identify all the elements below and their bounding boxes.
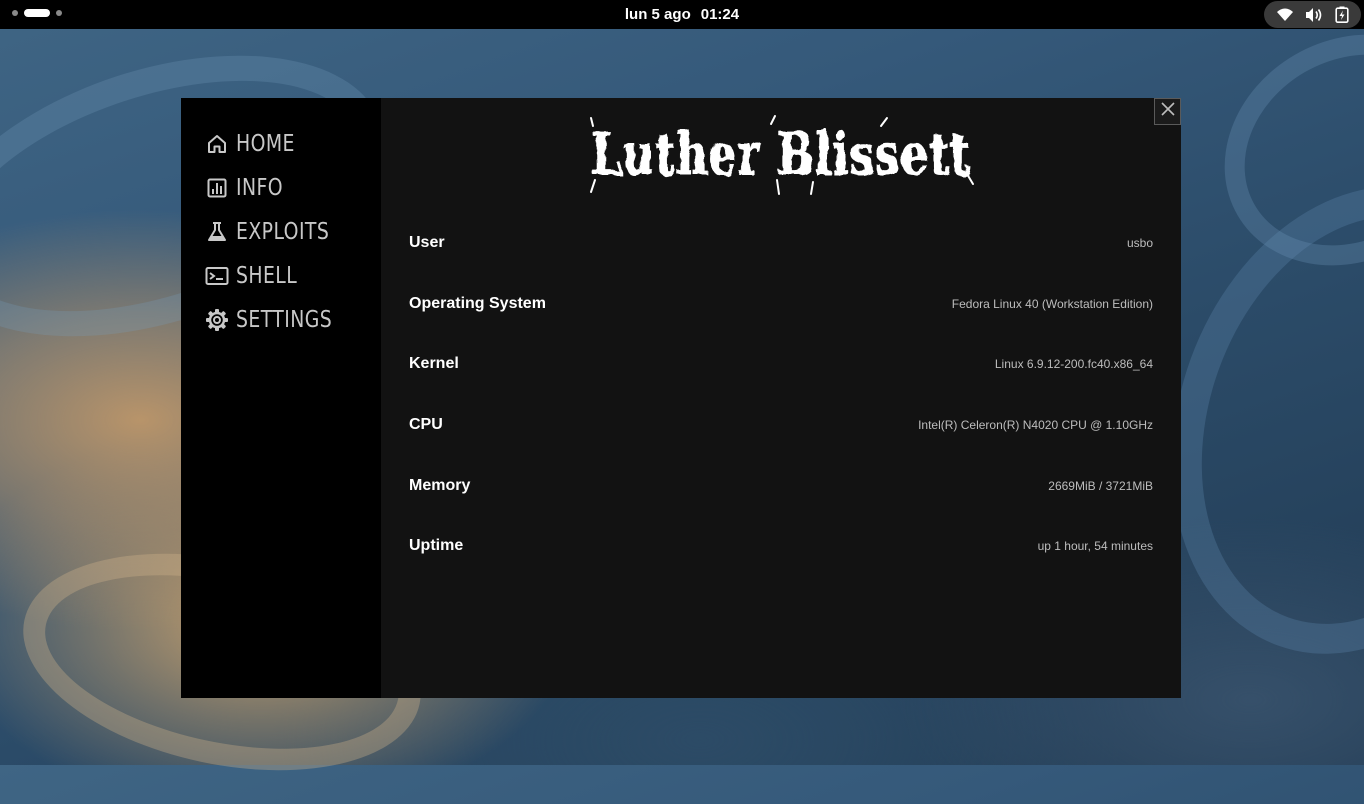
info-label: Kernel: [409, 355, 459, 373]
info-row-user: User usbo: [409, 213, 1153, 274]
workspace-indicator[interactable]: [12, 9, 62, 17]
info-value: Intel(R) Celeron(R) N4020 CPU @ 1.10GHz: [918, 418, 1153, 433]
info-row-uptime: Uptime up 1 hour, 54 minutes: [409, 516, 1153, 577]
top-bar: lun 5 ago 01:24: [0, 0, 1364, 29]
nav-item-shell[interactable]: SHELL: [181, 254, 381, 298]
info-row-kernel: Kernel Linux 6.9.12-200.fc40.x86_64: [409, 334, 1153, 395]
flask-icon: [205, 220, 229, 244]
info-row-memory: Memory 2669MiB / 3721MiB: [409, 455, 1153, 516]
info-value: up 1 hour, 54 minutes: [1037, 539, 1153, 554]
system-info-list: User usbo Operating System Fedora Linux …: [409, 213, 1153, 577]
sidebar: HOME INFO EXPLOITS SHELL SETTINGS: [181, 98, 381, 698]
nav-label: INFO: [236, 175, 284, 201]
main-content: Luther Blissett User usbo Operating Syst…: [381, 98, 1181, 698]
info-label: CPU: [409, 416, 443, 434]
clock-date[interactable]: lun 5 ago: [625, 6, 691, 23]
info-label: Operating System: [409, 294, 546, 312]
info-row-os: Operating System Fedora Linux 40 (Workst…: [409, 274, 1153, 335]
app-window: HOME INFO EXPLOITS SHELL SETTINGS Luther…: [181, 98, 1181, 698]
info-row-cpu: CPU Intel(R) Celeron(R) N4020 CPU @ 1.10…: [409, 395, 1153, 456]
nav-label: SETTINGS: [236, 307, 333, 333]
info-label: User: [409, 234, 445, 252]
battery-charging-icon: [1335, 6, 1349, 23]
nav-item-info[interactable]: INFO: [181, 166, 381, 210]
gear-icon: [205, 308, 229, 332]
workspace-dot-active[interactable]: [24, 9, 50, 17]
info-value: 2669MiB / 3721MiB: [1048, 478, 1153, 493]
clock-time[interactable]: 01:24: [701, 6, 739, 23]
clock: lun 5 ago 01:24: [0, 0, 1364, 29]
info-value: Fedora Linux 40 (Workstation Edition): [951, 296, 1153, 311]
nav-label: EXPLOITS: [236, 219, 330, 245]
nav-item-exploits[interactable]: EXPLOITS: [181, 210, 381, 254]
info-label: Uptime: [409, 537, 464, 555]
home-icon: [205, 132, 229, 156]
chart-icon: [205, 176, 229, 200]
terminal-icon: [205, 264, 229, 288]
workspace-dot[interactable]: [12, 10, 18, 16]
nav-label: HOME: [236, 131, 295, 157]
info-label: Memory: [409, 476, 471, 494]
wifi-icon: [1276, 7, 1294, 23]
info-value: Linux 6.9.12-200.fc40.x86_64: [994, 357, 1153, 372]
nav-label: SHELL: [236, 263, 298, 289]
logo-text: Luther Blissett: [591, 120, 971, 188]
workspace-dot[interactable]: [56, 10, 62, 16]
nav-item-home[interactable]: HOME: [181, 122, 381, 166]
info-value: usbo: [1126, 236, 1153, 251]
volume-icon: [1305, 7, 1323, 23]
app-logo: Luther Blissett: [381, 115, 1181, 198]
system-status-menu[interactable]: [1264, 1, 1361, 28]
nav-item-settings[interactable]: SETTINGS: [181, 298, 381, 342]
wallpaper-swoosh: [1182, 0, 1364, 311]
